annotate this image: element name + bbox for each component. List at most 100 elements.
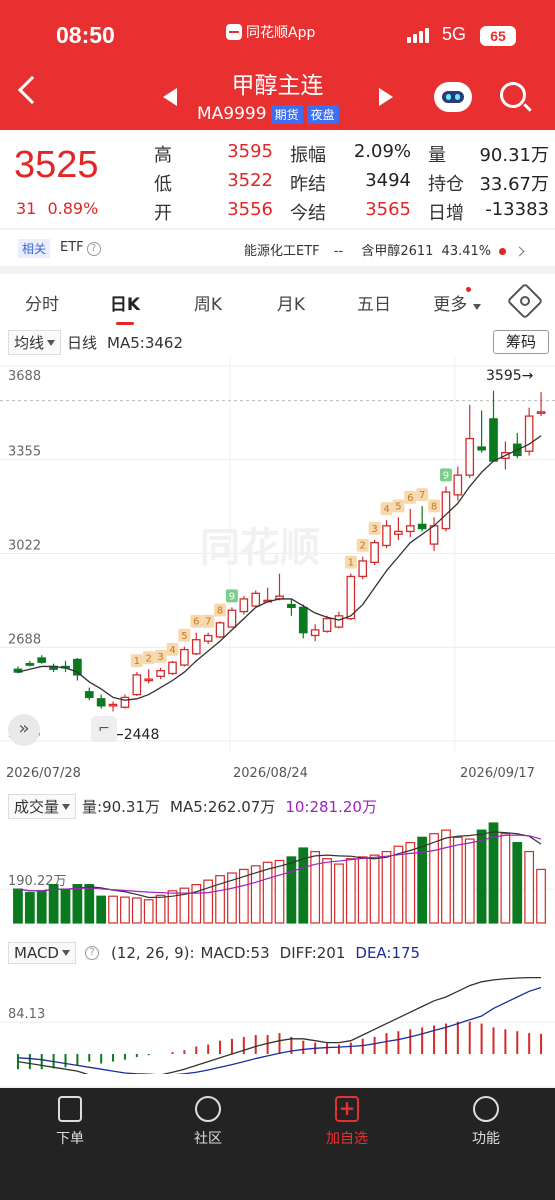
candle-body	[405, 525, 415, 533]
related-etf-value: --	[333, 244, 344, 259]
tab-weekly-k[interactable]: 周K	[178, 290, 238, 315]
td-sequence-number: 3	[371, 524, 377, 535]
date-start: 2026/07/28	[6, 766, 81, 781]
search-icon[interactable]	[500, 82, 526, 108]
date-end: 2026/09/17	[460, 766, 535, 781]
fullscreen-icon[interactable]: ⌐	[91, 716, 117, 742]
status-app-name: 同花顺App	[246, 25, 316, 41]
prev-settle-label: 昨结	[290, 174, 326, 195]
bottom-nav-add-watchlist[interactable]: + 加自选	[307, 1096, 387, 1148]
caret-down-icon	[472, 304, 481, 310]
open-interest-label: 持仓	[428, 174, 464, 195]
volume-bar	[13, 888, 23, 924]
caret-down-icon	[62, 803, 71, 810]
td-sequence-number: 3	[157, 652, 163, 663]
macd-chart[interactable]: 84.13	[0, 964, 555, 1074]
related-etf-info[interactable]: 能源化工ETF -- 含甲醇2611 43.41%	[244, 240, 525, 259]
volume-bar	[524, 850, 535, 924]
last-price: 3525	[14, 144, 99, 186]
macd-dropdown[interactable]: MACD	[8, 942, 76, 964]
settings-icon[interactable]	[506, 282, 544, 320]
candle-body	[417, 523, 427, 530]
bottom-nav-order[interactable]: 下单	[30, 1096, 110, 1148]
signal-icon	[407, 28, 429, 43]
volume-bar	[464, 838, 475, 924]
volume-bar	[381, 850, 392, 924]
candle-body	[132, 674, 142, 696]
candle-body	[168, 661, 177, 675]
expand-icon[interactable]: »	[8, 714, 40, 746]
amplitude-value: 2.09%	[353, 141, 411, 162]
volume-bar	[36, 890, 47, 924]
tab-daily-k[interactable]: 日K	[95, 290, 155, 315]
low-value: 3522	[227, 170, 273, 191]
robot-icon[interactable]	[434, 82, 472, 112]
td-sequence-number: 8	[431, 501, 437, 512]
ma-indicator-dropdown[interactable]: 均线	[8, 330, 62, 355]
related-tag: 相关	[18, 239, 51, 258]
ma5-label: MA5:3462	[107, 333, 184, 352]
tab-more[interactable]: 更多	[427, 290, 487, 315]
volume-bar	[143, 899, 154, 924]
bottom-nav-community[interactable]: 社区	[168, 1096, 248, 1148]
volume-dropdown[interactable]: 成交量	[8, 794, 77, 819]
high-marker: 3595→	[486, 368, 534, 384]
help-icon[interactable]: ?	[84, 946, 99, 960]
macd-indicator-row: MACD ? (12, 26, 9): MACD:53 DIFF:201 DEA…	[8, 942, 420, 964]
open-interest-value: 33.67万	[479, 174, 549, 195]
back-icon[interactable]	[17, 75, 47, 105]
bottom-nav-order-label: 下单	[56, 1131, 84, 1147]
candle-body	[429, 525, 439, 545]
volume-value: 90.31万	[479, 145, 549, 166]
y-axis-label: 2688	[8, 632, 41, 647]
open-value: 3556	[227, 199, 273, 220]
tab-five-day[interactable]: 五日	[344, 290, 404, 315]
candle-body	[251, 592, 261, 607]
etf-label[interactable]: ETF?	[60, 240, 101, 256]
prev-settle-value: 3494	[365, 170, 411, 191]
volume-chart[interactable]: 190.22万	[0, 818, 555, 928]
macd-params: (12, 26, 9):	[110, 944, 195, 962]
td-sequence-number: 7	[205, 617, 211, 628]
candle-body	[310, 629, 320, 637]
td-sequence-number: 2	[360, 541, 366, 552]
volume-bar	[429, 833, 439, 924]
prev-icon[interactable]	[163, 88, 177, 106]
kline-chart[interactable]: 36883355302226882355同花顺12345678912345678…	[0, 356, 555, 766]
volume-bar	[334, 863, 344, 924]
chip-distribution-button[interactable]: 筹码	[493, 330, 549, 354]
tab-intraday[interactable]: 分时	[12, 290, 72, 315]
volume-bar	[369, 854, 380, 924]
next-icon[interactable]	[379, 88, 393, 106]
volume-bar	[48, 884, 59, 924]
volume-bar	[310, 850, 321, 924]
community-icon	[195, 1096, 221, 1122]
status-dot-icon	[499, 248, 507, 255]
night-session-tag: 夜盘	[306, 104, 339, 124]
volume-bar	[108, 895, 118, 924]
td-sequence-number: 2	[146, 653, 152, 664]
candle-body	[298, 606, 308, 634]
tab-monthly-k[interactable]: 月K	[261, 290, 321, 315]
related-bar[interactable]: 相关 ETF? 能源化工ETF -- 含甲醇2611 43.41%	[0, 230, 555, 266]
td-sequence-number: 6	[193, 617, 199, 628]
bottom-nav-community-label: 社区	[194, 1131, 222, 1147]
daily-change-value: -13383	[485, 199, 549, 220]
volume-bar	[24, 892, 35, 924]
bottom-tab-bar: 下单 社区 + 加自选 功能	[0, 1088, 555, 1200]
volume-bar	[512, 842, 523, 924]
volume-bar	[250, 865, 261, 924]
volume-bar	[322, 858, 332, 924]
change-value: 31	[16, 199, 37, 218]
header-bar: 08:50 同花顺App 5G 65 甲醇主连 MA9999 期货 夜盘	[0, 0, 555, 130]
network-type: 5G	[442, 24, 467, 44]
candle-body	[346, 575, 356, 620]
volume-bar	[60, 888, 71, 924]
help-icon[interactable]: ?	[86, 242, 101, 256]
volume-bar	[357, 856, 368, 924]
volume-bar	[72, 884, 83, 924]
td-sequence-number: 6	[407, 493, 413, 504]
y-axis-label: 3355	[8, 445, 41, 460]
bottom-nav-menu[interactable]: 功能	[446, 1096, 526, 1148]
add-watchlist-icon: +	[335, 1096, 359, 1122]
